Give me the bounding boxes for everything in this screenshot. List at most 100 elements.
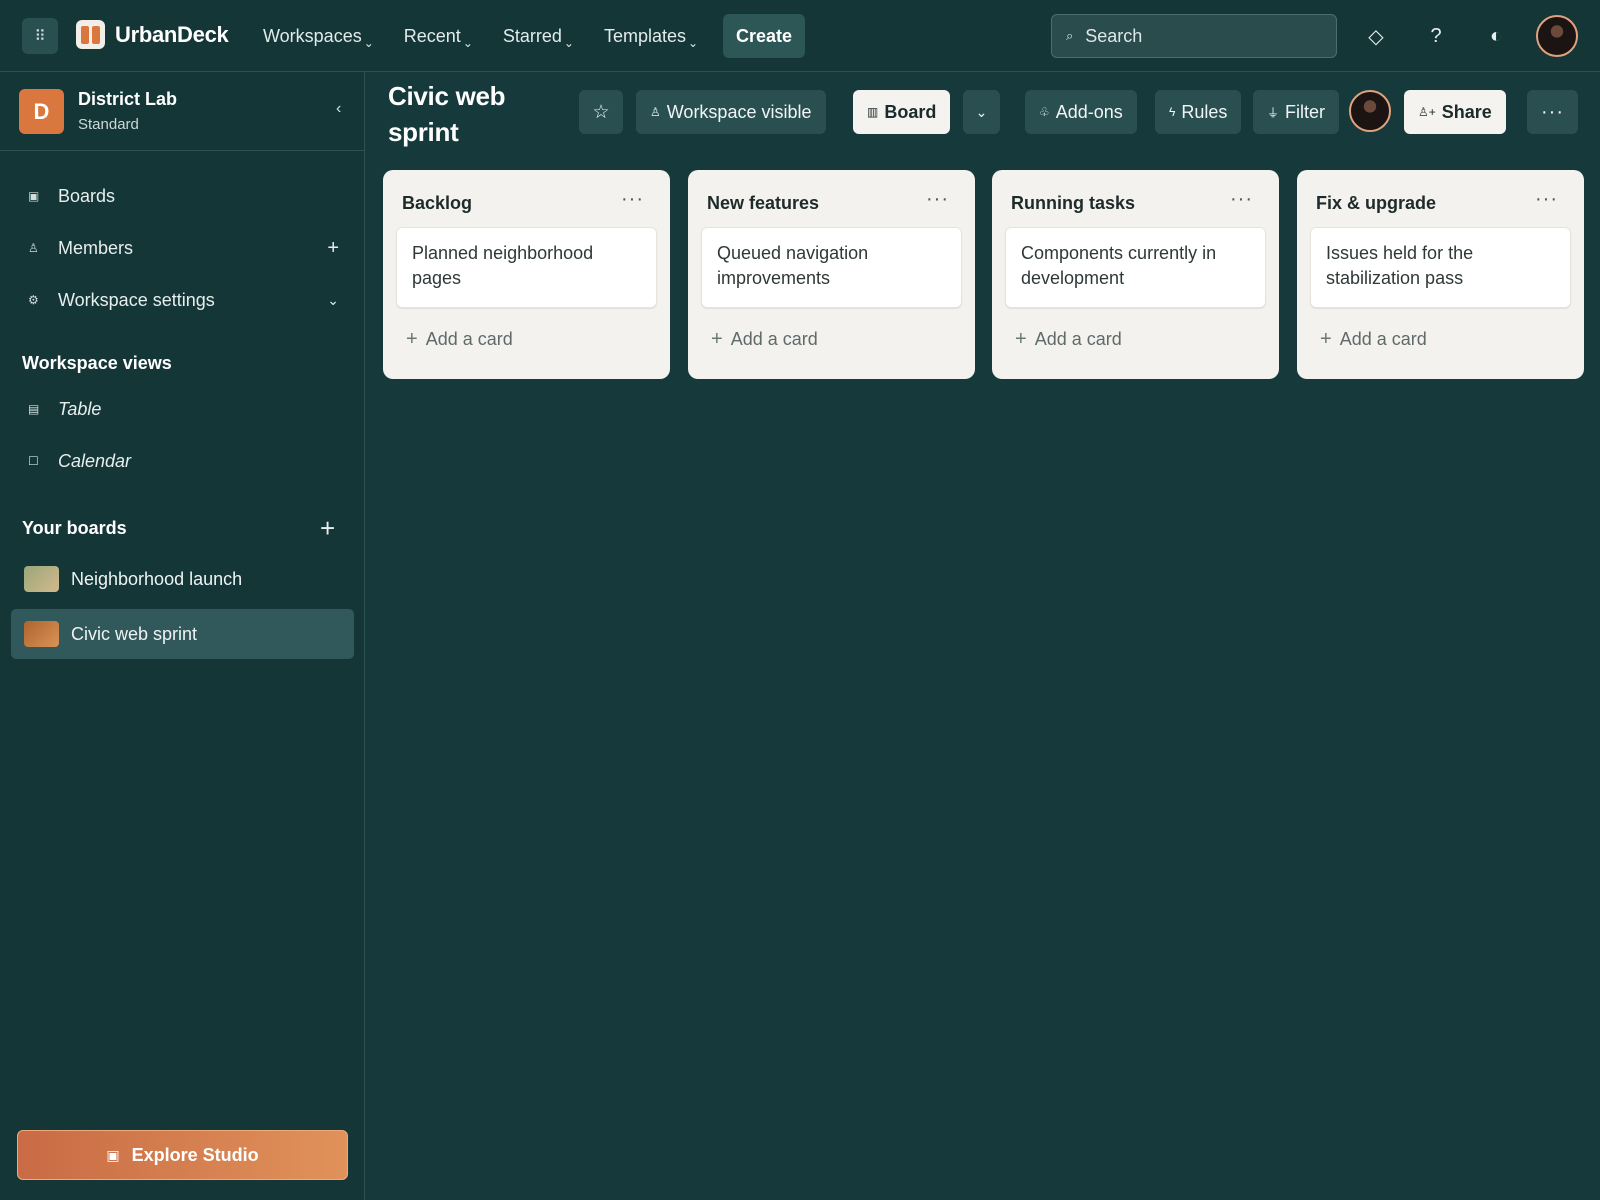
sidebar-item-label: Boards [58,185,116,206]
sidebar-item-label: Workspace settings [58,289,215,310]
add-card-label: Add a card [1034,329,1122,349]
filter-label: Filter [1285,101,1326,122]
addons-button[interactable]: ♧ Add-ons [1025,90,1137,134]
view-switcher-dropdown[interactable]: ⌄ [963,90,1000,134]
sidebar-board-neighborhood-launch[interactable]: Neighborhood launch [11,554,354,604]
nav-recent[interactable]: Recent ⌄ [403,25,473,50]
visibility-label: Workspace visible [666,101,812,122]
rules-button[interactable]: ϟ Rules [1155,90,1242,134]
workspace-name[interactable]: District Lab [78,89,177,110]
sidebar-item-label: Calendar [58,450,132,471]
list-new-features: New features ··· Queued navigation impro… [688,170,975,379]
list-title[interactable]: New features [707,193,819,214]
list-title[interactable]: Fix & upgrade [1316,193,1436,214]
studio-icon: ▣ [106,1146,120,1163]
chevron-down-icon: ⌄ [975,103,988,120]
logo-text: UrbanDeck [115,21,229,47]
star-board-button[interactable]: ☆ [579,90,623,134]
app-logo[interactable]: UrbanDeck [76,20,229,49]
card[interactable]: Planned neighborhood pages [396,227,657,308]
sidebar-item-boards[interactable]: ▣ Boards [0,176,365,216]
chevron-down-icon: ⌄ [688,35,699,50]
nav-label: Templates [603,25,687,46]
puzzle-icon: ♧ [1039,105,1050,119]
card[interactable]: Issues held for the stabilization pass [1310,227,1571,308]
sidebar-item-label: Members [58,237,134,258]
add-card-button[interactable]: + Add a card [406,328,513,351]
person-icon: ♙ [28,241,39,255]
filter-button[interactable]: ⏚ Filter [1253,90,1340,134]
board-thumbnail [24,566,59,592]
grid-dots-icon: ⠿ [34,28,46,45]
user-avatar[interactable] [1536,15,1578,57]
board-link-label: Civic web sprint [71,623,198,644]
add-member-icon[interactable]: + [327,237,339,260]
visibility-button[interactable]: ♙ Workspace visible [636,90,826,134]
share-button[interactable]: ♙+ Share [1404,90,1506,134]
sidebar-item-workspace-settings[interactable]: ⚙ Workspace settings ⌄ [0,280,365,320]
board-title[interactable]: Civic web sprint [388,78,538,150]
nav-workspaces[interactable]: Workspaces ⌄ [263,25,374,50]
board-view-label: Board [884,101,937,122]
chevron-down-icon: ⌄ [462,35,473,50]
workspace-badge[interactable]: D [19,89,64,134]
help-icon[interactable]: ? [1418,18,1454,54]
chevron-down-icon: ⌄ [363,35,374,50]
nav-templates[interactable]: Templates ⌄ [603,25,699,50]
more-horizontal-icon: ··· [1541,100,1564,123]
list-running-tasks: Running tasks ··· Components currently i… [992,170,1279,379]
nav-label: Recent [403,25,461,46]
board-view-icon: ▥ [867,105,879,119]
add-person-icon: ♙+ [1418,105,1436,119]
calendar-icon: ☐ [28,454,39,468]
card[interactable]: Queued navigation improvements [701,227,962,308]
board-menu-button[interactable]: ··· [1527,90,1578,134]
theme-toggle-icon[interactable]: ◐ [1478,18,1514,54]
list-fix-and-upgrade: Fix & upgrade ··· Issues held for the st… [1297,170,1584,379]
gear-icon: ⚙ [28,293,39,307]
top-nav: Workspaces ⌄ Recent ⌄ Starred ⌄ Templates ⌄ [263,0,728,72]
more-horizontal-icon[interactable]: ··· [1230,188,1253,211]
list-title[interactable]: Running tasks [1011,193,1135,214]
more-horizontal-icon[interactable]: ··· [621,188,644,211]
diamond-icon[interactable]: ◇ [1358,18,1394,54]
sidebar-item-calendar[interactable]: ☐ Calendar [0,441,365,481]
create-button[interactable]: Create [723,14,805,58]
add-board-icon[interactable]: + [320,515,335,541]
rules-label: Rules [1181,101,1228,122]
your-boards-heading: Your boards [22,518,127,538]
sidebar-board-civic-web-sprint[interactable]: Civic web sprint [11,609,354,659]
nav-starred[interactable]: Starred ⌄ [502,25,574,50]
collapse-sidebar-icon[interactable]: ‹ [336,100,341,118]
board-thumbnail [24,621,59,647]
plus-icon: + [406,328,418,350]
board-icon: ▣ [28,189,40,203]
filter-icon: ⏚ [1267,105,1280,120]
add-card-button[interactable]: + Add a card [1015,328,1122,351]
list-title[interactable]: Backlog [402,193,472,214]
app-switcher-button[interactable]: ⠿ [22,18,58,54]
nav-label: Starred [502,25,562,46]
board-link-label: Neighborhood launch [71,568,243,589]
more-horizontal-icon[interactable]: ··· [1535,188,1558,211]
sidebar-item-table[interactable]: ▤ Table [0,389,365,429]
more-horizontal-icon[interactable]: ··· [926,188,949,211]
board-member-avatar[interactable] [1349,90,1391,132]
top-bar: ⠿ UrbanDeck Workspaces ⌄ Recent ⌄ Starred ⌄… [0,0,1600,72]
lightning-icon: ϟ [1169,105,1176,119]
add-card-button[interactable]: + Add a card [1320,328,1427,351]
sidebar-item-members[interactable]: ♙ Members + [0,228,365,268]
chevron-down-icon[interactable]: ⌄ [327,292,339,309]
plus-icon: + [1015,328,1027,350]
sidebar-item-label: Table [58,398,102,419]
board-view-button[interactable]: ▥ Board [853,90,951,134]
sidebar: D District Lab Standard ‹ ▣ Boards ♙ Mem… [0,72,365,1200]
nav-label: Workspaces [263,25,362,46]
addons-label: Add-ons [1055,101,1123,122]
card[interactable]: Components currently in development [1005,227,1266,308]
search-box[interactable]: ⌕ [1051,14,1337,58]
workspace-plan: Standard [78,116,139,133]
explore-studio-button[interactable]: ▣ Explore Studio [17,1130,348,1180]
add-card-button[interactable]: + Add a card [711,328,818,351]
search-input[interactable] [1085,25,1306,47]
